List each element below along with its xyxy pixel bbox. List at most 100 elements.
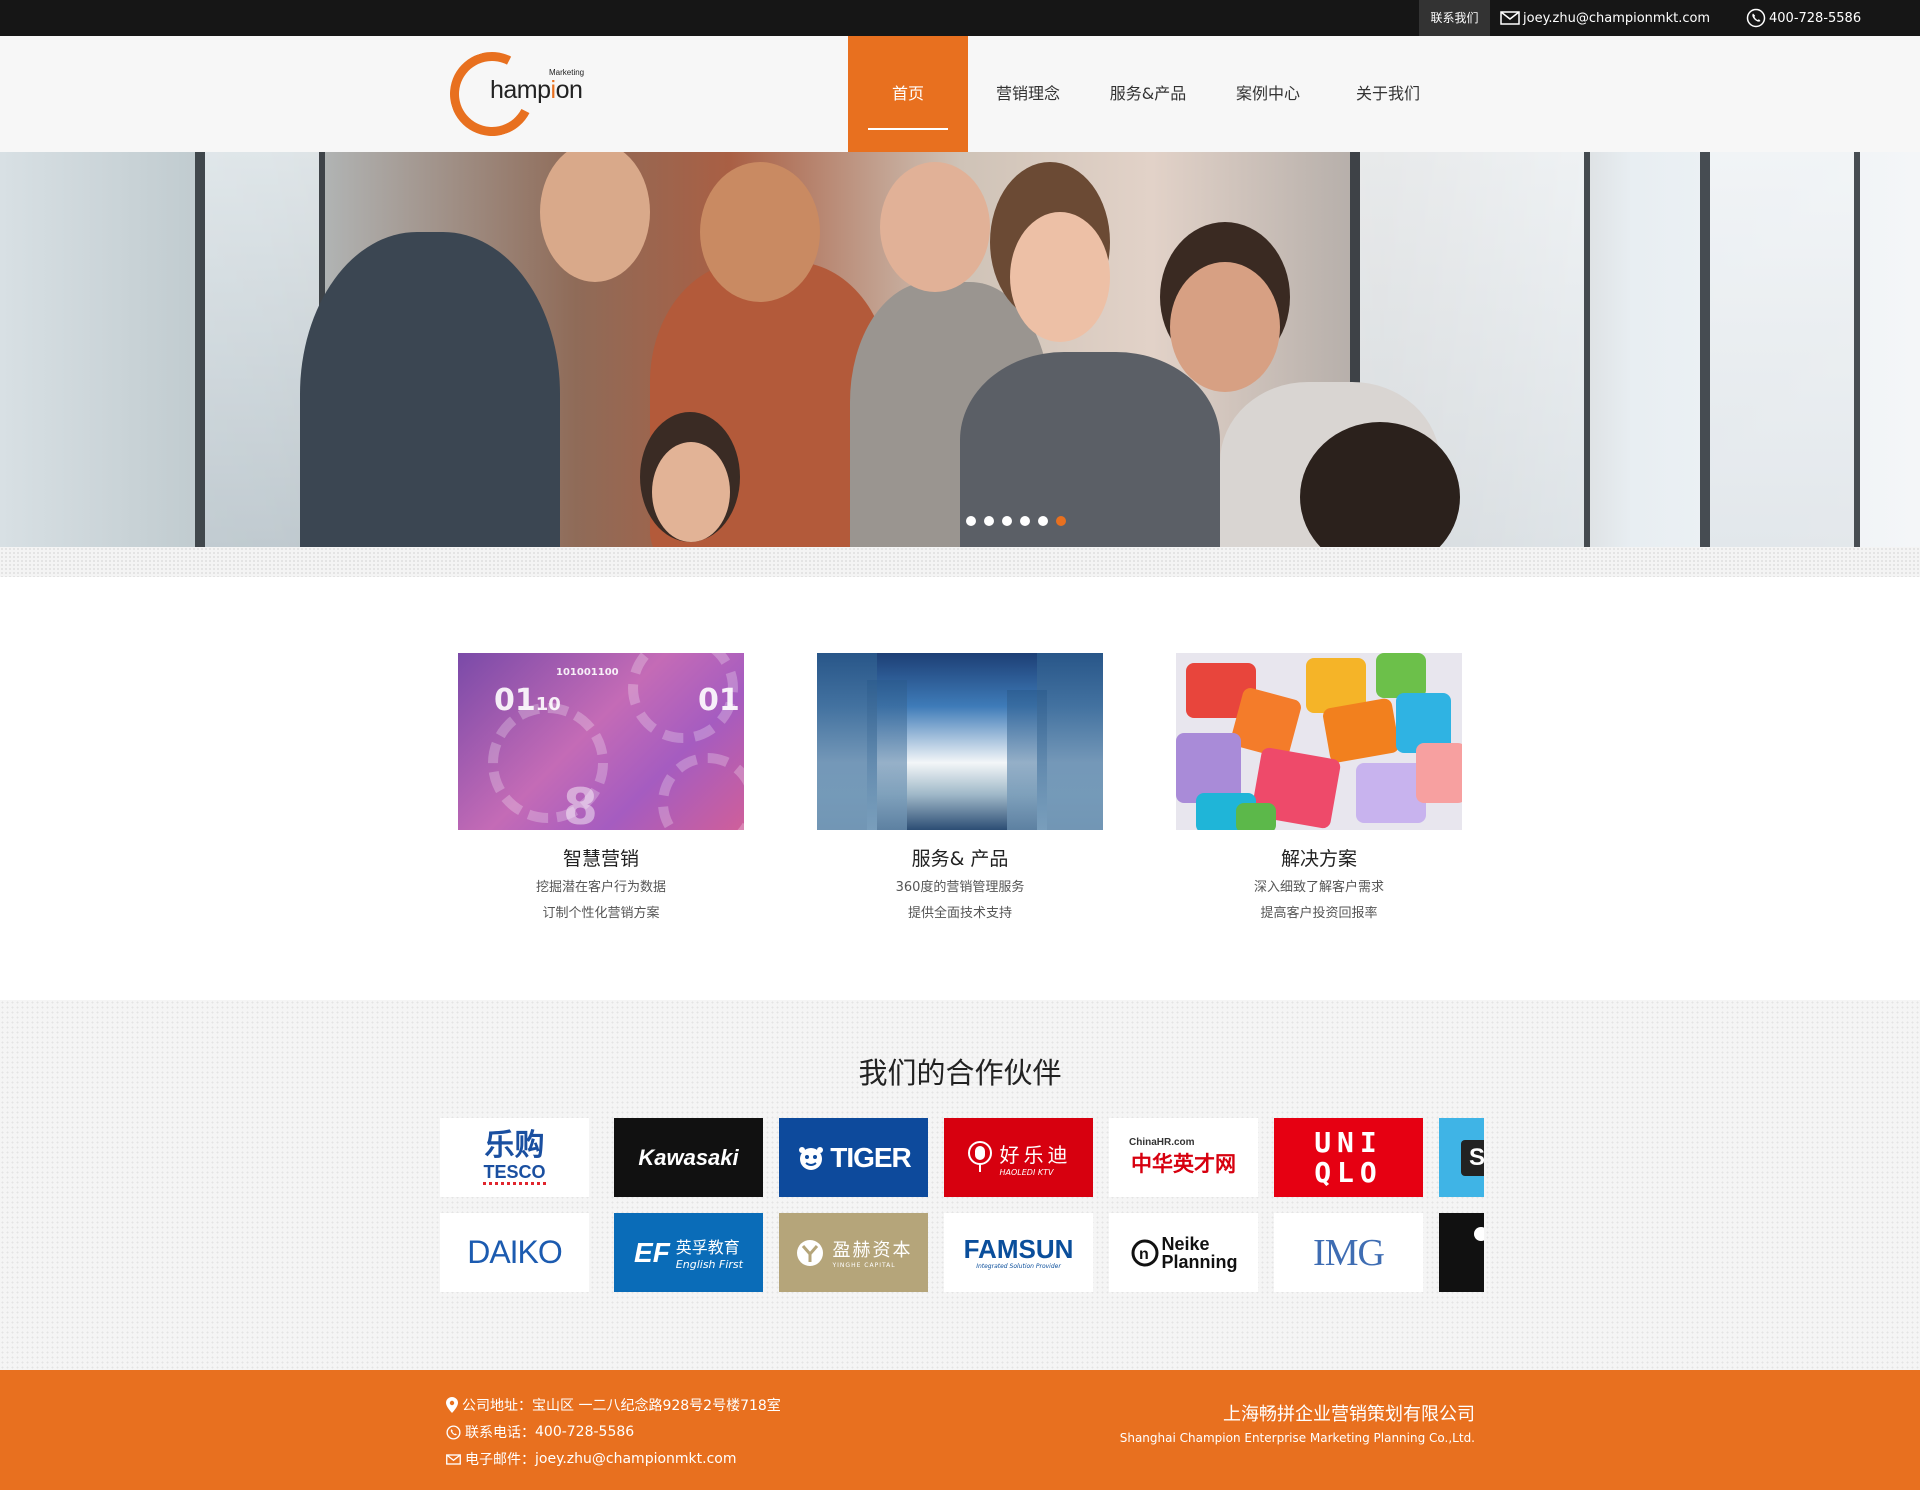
topbar-phone-text: 400-728-5586 <box>1769 10 1862 26</box>
partner-logo-famsun[interactable]: FAMSUN Integrated Solution Provider <box>944 1213 1093 1292</box>
hero-person <box>300 232 560 547</box>
partner-sub: Planning <box>1161 1251 1238 1272</box>
site-footer: 公司地址： 宝山区 一二八纪念路928号2号楼718室 联系电话： 400-72… <box>0 1370 1920 1490</box>
feature-desc-line: 订制个性化营销方案 <box>542 906 660 921</box>
tiger-icon <box>799 1146 824 1170</box>
footer-company-name-en: Shanghai Champion Enterprise Marketing P… <box>1119 1431 1475 1445</box>
hero-person <box>540 152 650 282</box>
feature-card-services[interactable]: 服务& 产品 360度的营销管理服务 提供全面技术支持 <box>817 653 1103 923</box>
partner-name: Kawasaki <box>638 1144 739 1170</box>
partner-name: DAIKO <box>467 1234 563 1270</box>
hero-window-frame <box>1700 152 1860 547</box>
feature-desc-line: 深入细致了解客户需求 <box>1253 880 1384 895</box>
neike-mark-icon: n <box>1131 1239 1158 1266</box>
slider-dot-active[interactable] <box>1056 516 1066 526</box>
slider-dot[interactable] <box>984 516 994 526</box>
partner-name: 英孚教育 <box>675 1238 740 1257</box>
partner-logo-ef[interactable]: EF 英孚教育 English First <box>614 1213 763 1292</box>
logo-wordmark: hampion <box>490 76 583 104</box>
partner-text: Neike Planning <box>1162 1235 1238 1271</box>
hero-person <box>1170 262 1280 392</box>
partner-name: IMG <box>1313 1231 1385 1274</box>
partner-name: 好乐迪 <box>999 1142 1072 1167</box>
footer-address-text: 宝山区 一二八纪念路928号2号楼718室 <box>532 1398 781 1414</box>
partner-text: 盈赫资本 YINGHE CAPITAL <box>833 1236 913 1269</box>
puzzle-piece <box>1236 803 1276 830</box>
puzzle-piece <box>1416 743 1462 803</box>
partner-logo-chinahr[interactable]: ChinaHR.com 中华英才网 <box>1109 1118 1258 1197</box>
partner-logo-neike[interactable]: n Neike Planning <box>1109 1213 1258 1292</box>
partner-logo-partial-blue[interactable]: S <box>1439 1118 1484 1197</box>
feature-card-smart-marketing[interactable]: 0110 101001100 01 8 智慧营销 挖掘潜在客户行为数据 订制个性… <box>458 653 744 923</box>
slider-dot[interactable] <box>966 516 976 526</box>
partner-logo-carousel: 乐购 TESCO Kawasaki TIGER 好乐迪 HAOLEDI KTV … <box>440 1118 1484 1296</box>
partner-logo-tiger[interactable]: TIGER <box>779 1118 928 1197</box>
ef-mark: EF <box>634 1236 670 1268</box>
partner-name: Neike <box>1161 1233 1210 1254</box>
binary-text: 8 <box>563 778 598 830</box>
phone-icon <box>1746 8 1766 28</box>
nav-marketing-concept[interactable]: 营销理念 <box>968 36 1088 152</box>
city-skyline-image <box>817 653 1103 830</box>
partner-logo-img[interactable]: IMG <box>1274 1213 1423 1292</box>
partners-title: 我们的合作伙伴 <box>858 1056 1062 1090</box>
champion-logo[interactable]: Marketing hampion <box>439 41 590 147</box>
site-header: Marketing hampion 首页 营销理念 服务&产品 案例中心 关于我… <box>0 36 1920 152</box>
footer-phone: 联系电话： 400-728-5586 <box>446 1422 634 1442</box>
partner-sub: YINGHE CAPITAL <box>832 1262 896 1269</box>
slider-dot[interactable] <box>1020 516 1030 526</box>
topbar-email[interactable]: joey.zhu@championmkt.com <box>1500 0 1710 36</box>
footer-address-label: 公司地址： <box>462 1398 532 1414</box>
topbar-phone[interactable]: 400-728-5586 <box>1746 0 1861 36</box>
hero-person <box>700 162 820 302</box>
partner-mark <box>1474 1227 1484 1241</box>
feature-desc-line: 提供全面技术支持 <box>907 906 1012 921</box>
footer-phone-label: 联系电话： <box>465 1425 535 1441</box>
digital-gears-image: 0110 101001100 01 8 <box>458 653 744 830</box>
slider-dots <box>966 516 1066 526</box>
feature-title: 智慧营销 <box>562 848 639 870</box>
contact-us-link[interactable]: 联系我们 <box>1419 0 1490 36</box>
yinghe-emblem-icon <box>796 1239 823 1266</box>
footer-phone-text[interactable]: 400-728-5586 <box>535 1424 634 1440</box>
partner-name: S <box>1461 1139 1484 1176</box>
footer-company-name: 上海畅拼企业营销策划有限公司 <box>1223 1404 1475 1425</box>
partner-text: 英孚教育 English First <box>676 1234 743 1271</box>
footer-email: 电子邮件： joey.zhu@championmkt.com <box>446 1449 737 1469</box>
partner-sub: HAOLEDI KTV <box>999 1167 1054 1177</box>
feature-desc-line: 挖掘潜在客户行为数据 <box>535 880 666 895</box>
nav-home[interactable]: 首页 <box>848 36 968 152</box>
partner-logo-kawasaki[interactable]: Kawasaki <box>614 1118 763 1197</box>
feature-card-solutions[interactable]: 解决方案 深入细致了解客户需求 提高客户投资回报率 <box>1176 653 1462 923</box>
partner-logo-uniqlo[interactable]: UNI QLO <box>1274 1118 1423 1197</box>
nav-about[interactable]: 关于我们 <box>1328 36 1448 152</box>
hero-banner[interactable] <box>0 152 1920 547</box>
hero-divider <box>0 547 1920 577</box>
footer-email-text[interactable]: joey.zhu@championmkt.com <box>535 1451 737 1467</box>
partner-logo-tesco[interactable]: 乐购 TESCO <box>440 1118 589 1197</box>
slider-dot[interactable] <box>1002 516 1012 526</box>
binary-text: 101001100 <box>556 667 619 678</box>
footer-address: 公司地址： 宝山区 一二八纪念路928号2号楼718室 <box>446 1395 781 1415</box>
partner-logo-daiko[interactable]: DAIKO <box>440 1213 589 1292</box>
partner-logo-partial-black[interactable] <box>1439 1213 1484 1292</box>
nav-services-products[interactable]: 服务&产品 <box>1088 36 1208 152</box>
slider-dot[interactable] <box>1038 516 1048 526</box>
feature-title: 解决方案 <box>1280 848 1357 870</box>
footer-email-label: 电子邮件： <box>465 1452 535 1468</box>
partner-name: 乐购 <box>484 1129 545 1162</box>
topbar-email-text: joey.zhu@championmkt.com <box>1523 10 1711 26</box>
partner-sub: ChinaHR.com <box>1129 1137 1195 1148</box>
partner-logo-yinghe[interactable]: 盈赫资本 YINGHE CAPITAL <box>779 1213 928 1292</box>
mail-icon <box>446 1453 461 1465</box>
svg-text:n: n <box>1139 1246 1149 1263</box>
building-shape <box>867 680 907 830</box>
puzzle-piece <box>1376 653 1426 698</box>
nav-cases[interactable]: 案例中心 <box>1208 36 1328 152</box>
partner-name: UNI <box>1314 1125 1383 1159</box>
partner-logo-haoledi[interactable]: 好乐迪 HAOLEDI KTV <box>944 1118 1093 1197</box>
gear-shape <box>658 753 744 830</box>
building-shape <box>1007 690 1047 830</box>
puzzle-piece <box>1321 697 1401 764</box>
partner-sub: TESCO <box>483 1162 546 1185</box>
